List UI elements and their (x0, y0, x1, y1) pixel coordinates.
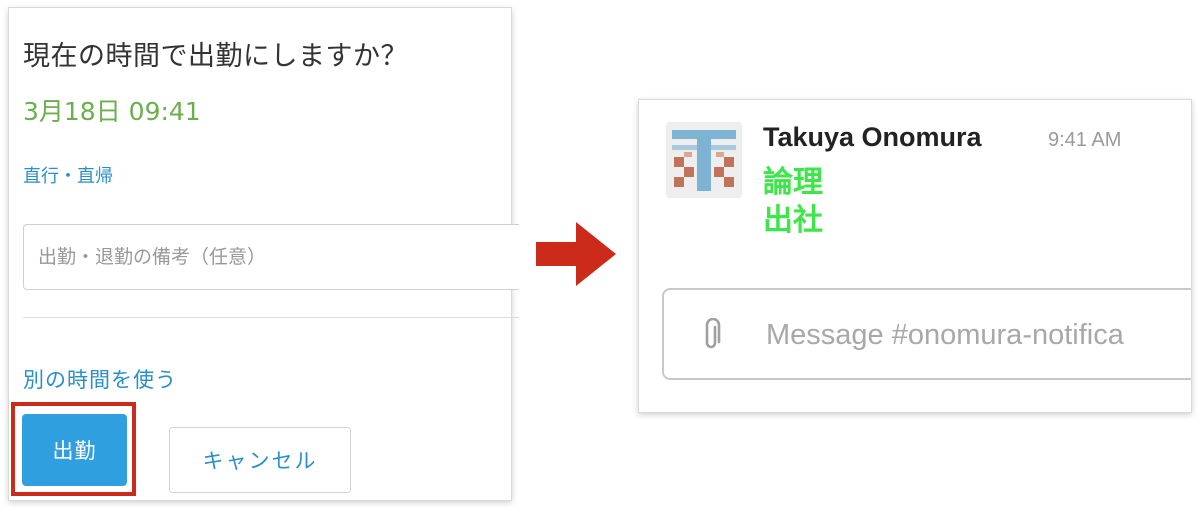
current-datetime: 3月18日 09:41 (23, 97, 201, 126)
direct-commute-link[interactable]: 直行・直帰 (23, 162, 113, 188)
message-input[interactable] (764, 308, 1191, 362)
pixel-avatar-icon (666, 122, 742, 198)
message-line: 出社 (763, 203, 823, 238)
slack-panel: Takuya Onomura 9:41 AM 論理 出社 (638, 99, 1192, 413)
message-composer (662, 288, 1191, 380)
cancel-button[interactable]: キャンセル (169, 427, 351, 493)
paperclip-icon[interactable] (700, 318, 722, 352)
divider (23, 317, 519, 318)
remarks-input[interactable] (23, 224, 519, 290)
dialog-question: 現在の時間で出勤にしますか？ (23, 41, 408, 72)
message-author[interactable]: Takuya Onomura (763, 122, 982, 153)
clock-in-button[interactable]: 出勤 (22, 414, 127, 486)
message-time: 9:41 AM (1048, 129, 1122, 151)
message-line: 論理 (763, 165, 823, 200)
right-arrow-icon (536, 222, 616, 286)
use-other-time-link[interactable]: 別の時間を使う (23, 364, 177, 394)
